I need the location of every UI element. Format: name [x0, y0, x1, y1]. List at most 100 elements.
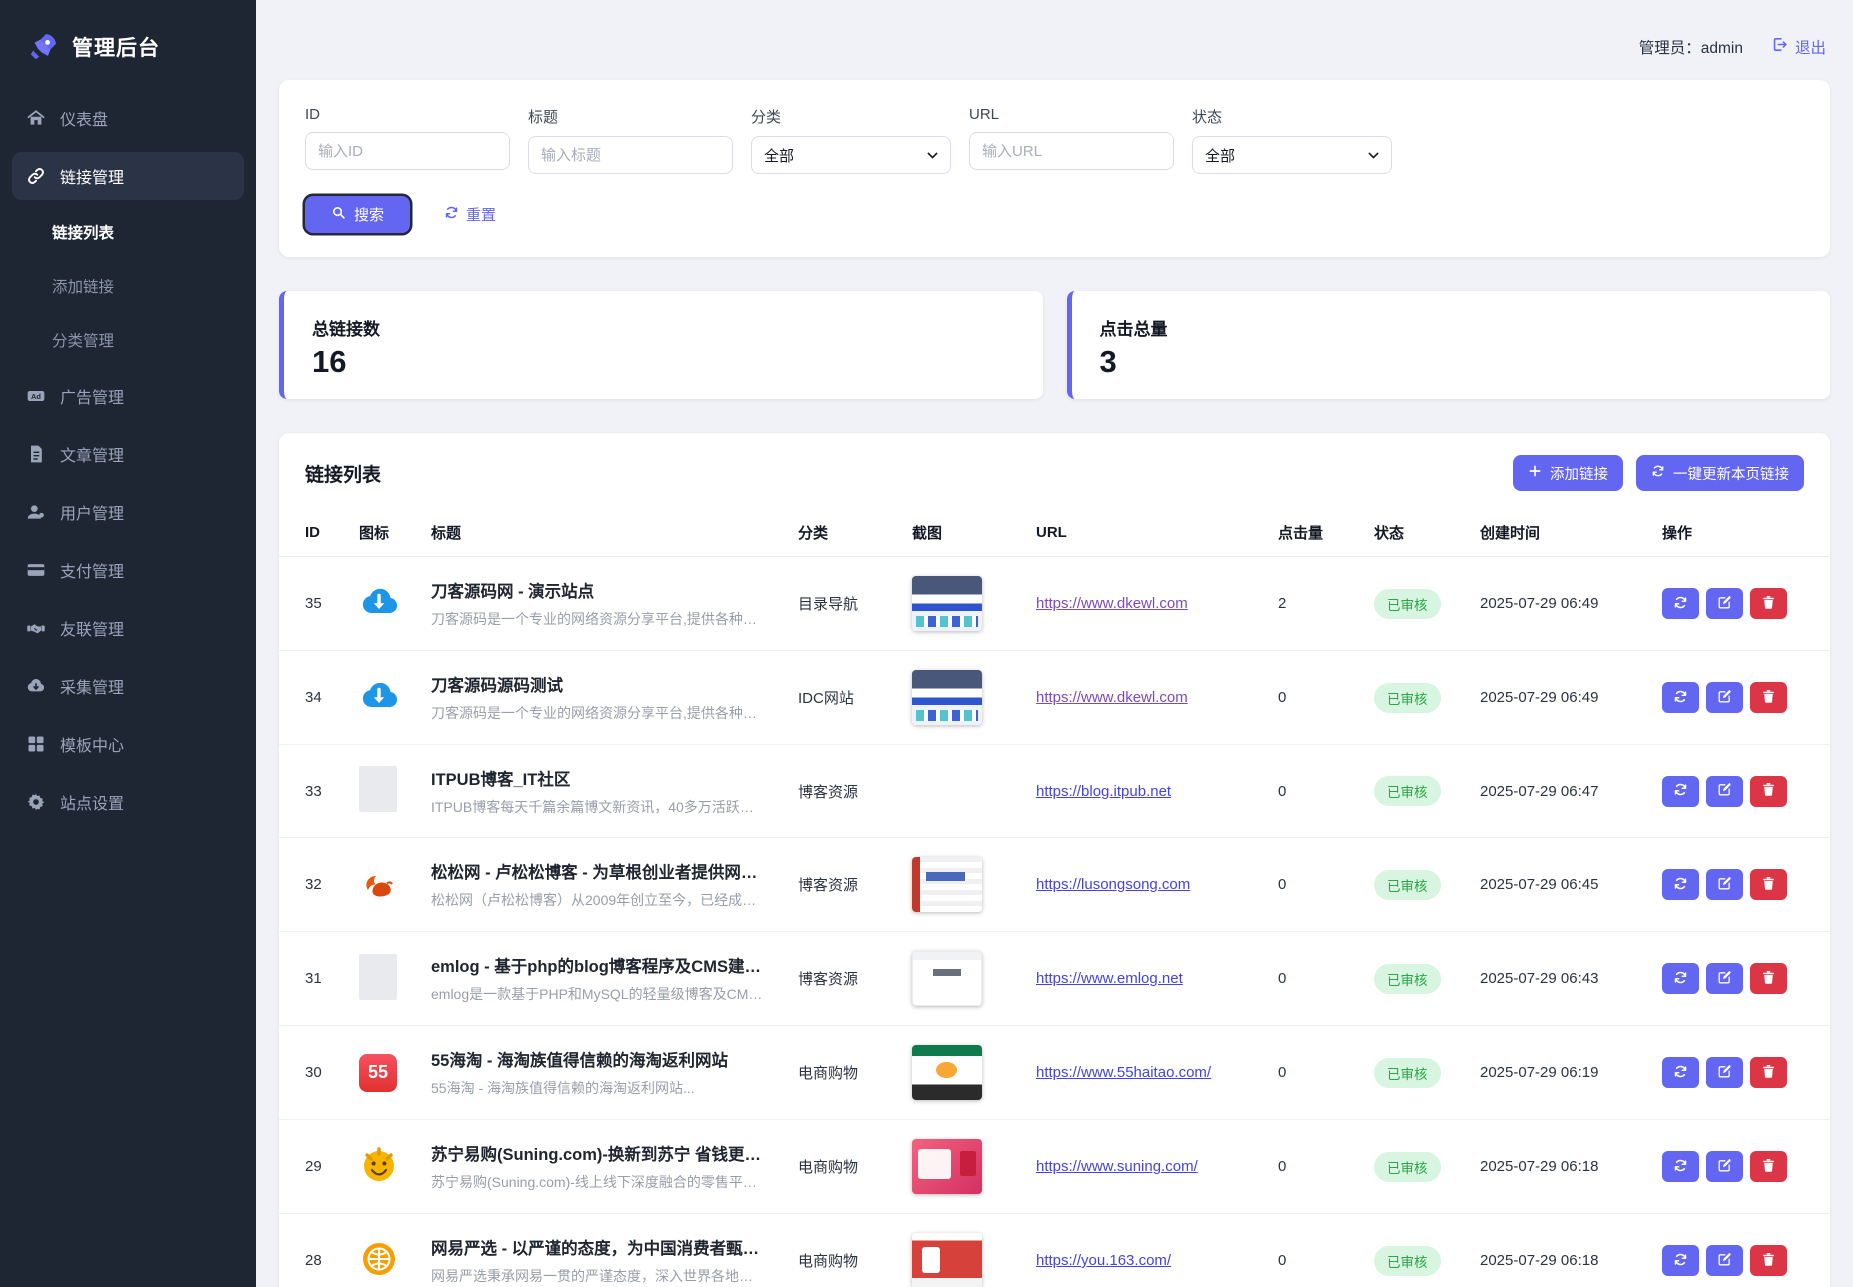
update-link-button[interactable]: [1662, 1245, 1699, 1276]
column-header: 截图: [912, 522, 1028, 543]
table-row: 305555海淘 - 海淘族值得信赖的海淘返利网站55海淘 - 海淘族值得信赖的…: [279, 1026, 1830, 1120]
column-header: 分类: [798, 522, 904, 543]
created-time: 2025-07-29 06:43: [1480, 970, 1654, 987]
trash-icon: [1761, 689, 1776, 707]
edit-link-button[interactable]: [1706, 1151, 1743, 1182]
update-link-button[interactable]: [1662, 963, 1699, 994]
column-header: 点击量: [1278, 522, 1366, 543]
search-button[interactable]: 搜索: [305, 196, 410, 233]
sync-icon: [1673, 595, 1688, 613]
sync-icon: [1673, 1158, 1688, 1176]
sidebar-item-article-management[interactable]: 文章管理: [12, 430, 244, 478]
trash-icon: [1761, 782, 1776, 800]
click-count: 0: [1278, 689, 1366, 706]
created-time: 2025-07-29 06:45: [1480, 876, 1654, 893]
sidebar-item-label: 采集管理: [60, 674, 124, 698]
edit-link-button[interactable]: [1706, 963, 1743, 994]
link-url[interactable]: https://blog.itpub.net: [1036, 783, 1171, 800]
sidebar-item-ad-management[interactable]: Ad广告管理: [12, 372, 244, 420]
link-description: 55海淘 - 海淘族值得信赖的海淘返利网站...: [431, 1078, 764, 1098]
filter-field-category: 分类全部: [751, 106, 951, 174]
link-url[interactable]: https://www.emlog.net: [1036, 970, 1183, 987]
sidebar-nav: 仪表盘链接管理链接列表添加链接分类管理 Ad广告管理文章管理用户管理支付管理友联管…: [0, 94, 256, 826]
delete-link-button[interactable]: [1750, 1057, 1787, 1088]
sidebar-item-payment-management[interactable]: 支付管理: [12, 546, 244, 594]
edit-link-button[interactable]: [1706, 682, 1743, 713]
update-link-button[interactable]: [1662, 1151, 1699, 1182]
sidebar-item-link-management[interactable]: 链接管理: [12, 152, 244, 200]
update-link-button[interactable]: [1662, 1057, 1699, 1088]
edit-icon: [1717, 782, 1732, 800]
logout-link[interactable]: 退出: [1771, 36, 1826, 58]
table-header-row: ID图标标题分类截图URL点击量状态创建时间操作: [279, 509, 1830, 557]
sidebar-item-collection-management[interactable]: 采集管理: [12, 662, 244, 710]
created-time: 2025-07-29 06:49: [1480, 689, 1654, 706]
link-category: IDC网站: [798, 687, 904, 708]
trash-icon: [1761, 1252, 1776, 1270]
sync-icon: [1673, 1064, 1688, 1082]
edit-link-button[interactable]: [1706, 1245, 1743, 1276]
sidebar-item-add-link[interactable]: 添加链接: [12, 264, 244, 308]
logout-icon: [1771, 36, 1788, 58]
sidebar-item-link-list[interactable]: 链接列表: [12, 210, 244, 254]
update-link-button[interactable]: [1662, 869, 1699, 900]
refresh-page-links-button[interactable]: 一键更新本页链接: [1636, 455, 1804, 491]
status-select[interactable]: 全部: [1192, 136, 1392, 174]
users-icon: [26, 502, 46, 522]
link-url[interactable]: https://www.55haitao.com/: [1036, 1064, 1211, 1081]
url-input[interactable]: [969, 132, 1174, 170]
link-url[interactable]: https://www.suning.com/: [1036, 1158, 1198, 1175]
delete-link-button[interactable]: [1750, 963, 1787, 994]
link-description: 松松网（卢松松博客）从2009年创立至今，已经成为国内知名的...: [431, 890, 764, 910]
reset-button[interactable]: 重置: [444, 204, 496, 225]
filter-label-url: URL: [969, 106, 1174, 123]
link-url[interactable]: https://lusongsong.com: [1036, 876, 1190, 893]
update-link-button[interactable]: [1662, 588, 1699, 619]
logo: 管理后台: [0, 22, 256, 94]
filter-field-title: 标题: [528, 106, 733, 174]
sync-icon: [1673, 782, 1688, 800]
table-title: 链接列表: [305, 460, 381, 487]
update-link-button[interactable]: [1662, 776, 1699, 807]
sidebar-item-site-settings[interactable]: 站点设置: [12, 778, 244, 826]
table-head: 链接列表 添加链接 一键更新本页链接: [279, 433, 1830, 509]
stats-row: 总链接数16点击总量3: [279, 291, 1830, 399]
add-link-button[interactable]: 添加链接: [1513, 455, 1623, 491]
delete-link-button[interactable]: [1750, 1245, 1787, 1276]
edit-link-button[interactable]: [1706, 588, 1743, 619]
squirrel-logo-icon: [359, 863, 399, 903]
sidebar-item-category-management[interactable]: 分类管理: [12, 318, 244, 362]
sidebar-item-template-center[interactable]: 模板中心: [12, 720, 244, 768]
link-id: 31: [305, 970, 351, 987]
filter-label-status: 状态: [1192, 106, 1392, 127]
sidebar-item-friendlink-management[interactable]: 友联管理: [12, 604, 244, 652]
update-link-button[interactable]: [1662, 682, 1699, 713]
edit-link-button[interactable]: [1706, 776, 1743, 807]
category-select[interactable]: 全部: [751, 136, 951, 174]
sidebar-item-user-management[interactable]: 用户管理: [12, 488, 244, 536]
delete-link-button[interactable]: [1750, 869, 1787, 900]
edit-icon: [1717, 970, 1732, 988]
cloud-download-icon: [359, 582, 399, 622]
id-input[interactable]: [305, 132, 510, 170]
placeholder-icon: [359, 954, 397, 1000]
sidebar-item-dashboard[interactable]: 仪表盘: [12, 94, 244, 142]
delete-link-button[interactable]: [1750, 1151, 1787, 1182]
site-screenshot: [912, 857, 982, 912]
collect-icon: [26, 676, 46, 696]
edit-link-button[interactable]: [1706, 869, 1743, 900]
link-url[interactable]: https://www.dkewl.com: [1036, 689, 1188, 706]
delete-link-button[interactable]: [1750, 776, 1787, 807]
edit-icon: [1717, 1158, 1732, 1176]
app-title: 管理后台: [72, 32, 160, 62]
55haitao-logo-icon: 55: [359, 1054, 397, 1092]
title-input[interactable]: [528, 136, 733, 174]
delete-link-button[interactable]: [1750, 682, 1787, 713]
link-description: emlog是一款基于PHP和MySQL的轻量级博客及CMS建...: [431, 984, 764, 1004]
edit-link-button[interactable]: [1706, 1057, 1743, 1088]
edit-icon: [1717, 689, 1732, 707]
table-row: 33ITPUB博客_IT社区ITPUB博客每天千篇余篇博文新资讯，40多万活跃博…: [279, 745, 1830, 838]
link-url[interactable]: https://www.dkewl.com: [1036, 595, 1188, 612]
delete-link-button[interactable]: [1750, 588, 1787, 619]
link-url[interactable]: https://you.163.com/: [1036, 1252, 1171, 1269]
